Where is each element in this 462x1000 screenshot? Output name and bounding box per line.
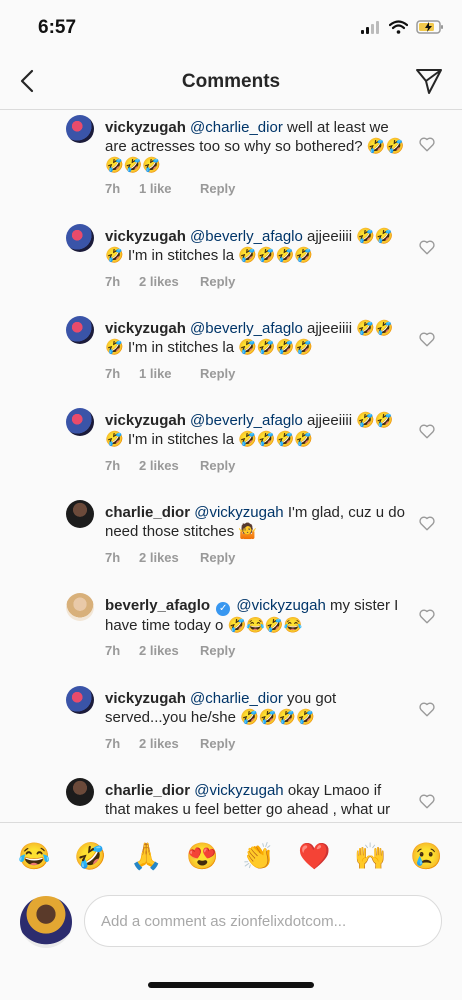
comment-time: 7h — [105, 181, 121, 196]
status-bar: 6:57 — [0, 0, 462, 52]
heart-icon[interactable] — [418, 700, 436, 718]
reply-button[interactable]: Reply — [200, 736, 235, 751]
comment-mention[interactable]: @vickyzugah — [194, 782, 283, 799]
heart-icon[interactable] — [418, 514, 436, 532]
comment-mention[interactable]: @beverly_afaglo — [190, 320, 303, 337]
comment-mention[interactable]: @vickyzugah — [194, 504, 283, 521]
comment-likes[interactable]: 2 likes — [139, 458, 200, 473]
emoji-heart-button[interactable]: ❤️ — [298, 841, 330, 871]
avatar[interactable] — [66, 778, 94, 806]
avatar[interactable] — [20, 896, 72, 948]
battery-charging-icon — [416, 20, 443, 34]
comment-likes[interactable]: 1 like — [139, 181, 200, 196]
comment-text: vickyzugah @charlie_dior you got served.… — [105, 689, 405, 727]
comment-text: beverly_afaglo ✓ @vickyzugah my sister I… — [105, 596, 405, 635]
avatar[interactable] — [66, 224, 94, 252]
comment-text: vickyzugah @beverly_afaglo ajjeeiiii 🤣🤣🤣… — [105, 319, 405, 357]
comment-likes[interactable]: 2 likes — [139, 550, 200, 565]
comment-username[interactable]: vickyzugah — [105, 690, 186, 707]
comment-likes[interactable]: 2 likes — [139, 643, 200, 658]
page-title: Comments — [181, 71, 281, 92]
heart-icon[interactable] — [418, 135, 436, 153]
comment-text: charlie_dior @vickyzugah I'm glad, cuz u… — [105, 503, 405, 541]
status-icons — [361, 20, 444, 34]
emoji-cry-button[interactable]: 😢 — [410, 841, 442, 871]
reply-button[interactable]: Reply — [200, 458, 235, 473]
comment-username[interactable]: beverly_afaglo — [105, 597, 210, 614]
comment-mention[interactable]: @beverly_afaglo — [190, 412, 303, 429]
heart-icon[interactable] — [418, 238, 436, 256]
comment-input[interactable] — [84, 895, 442, 947]
comment-username[interactable]: charlie_dior — [105, 504, 190, 521]
status-time: 6:57 — [38, 17, 77, 38]
comment-text: vickyzugah @beverly_afaglo ajjeeiiii 🤣🤣🤣… — [105, 411, 405, 449]
verified-badge-icon: ✓ — [216, 602, 231, 616]
emoji-heart-eyes-button[interactable]: 😍 — [186, 841, 218, 871]
comment-meta: 7h 2 likes Reply — [105, 458, 235, 473]
home-indicator[interactable] — [148, 982, 314, 988]
comment-mention[interactable]: @beverly_afaglo — [190, 228, 303, 245]
avatar[interactable] — [66, 316, 94, 344]
comment-username[interactable]: vickyzugah — [105, 320, 186, 337]
comment-meta: 7h 2 likes Reply — [105, 550, 235, 565]
reply-button[interactable]: Reply — [200, 274, 235, 289]
comment-meta: 7h 2 likes Reply — [105, 643, 235, 658]
comment-username[interactable]: vickyzugah — [105, 412, 186, 429]
comment-meta: 7h 1 like Reply — [105, 366, 235, 381]
share-button[interactable] — [414, 66, 444, 96]
comment-mention[interactable]: @charlie_dior — [190, 119, 283, 136]
heart-icon[interactable] — [418, 792, 436, 810]
comment-meta: 7h 2 likes Reply — [105, 274, 235, 289]
heart-icon[interactable] — [418, 330, 436, 348]
nav-bar: Comments — [0, 52, 462, 110]
comments-list[interactable]: vickyzugah @charlie_dior well at least w… — [0, 110, 462, 822]
avatar[interactable] — [66, 686, 94, 714]
reply-button[interactable]: Reply — [200, 643, 235, 658]
comment-mention[interactable]: @charlie_dior — [190, 690, 283, 707]
signal-icon — [361, 21, 379, 34]
paper-plane-icon — [416, 69, 442, 94]
comment-time: 7h — [105, 550, 121, 565]
avatar[interactable] — [66, 115, 94, 143]
comment-mention[interactable]: @vickyzugah — [236, 597, 325, 614]
emoji-pray-button[interactable]: 🙏 — [130, 841, 162, 871]
comment-text: charlie_dior @vickyzugah okay Lmaoo if t… — [105, 781, 405, 822]
reply-button[interactable]: Reply — [200, 550, 235, 565]
comment-meta: 7h 2 likes Reply — [105, 736, 235, 751]
comment-time: 7h — [105, 643, 121, 658]
comment-username[interactable]: vickyzugah — [105, 228, 186, 245]
emoji-raised-hands-button[interactable]: 🙌 — [354, 841, 386, 871]
reply-button[interactable]: Reply — [200, 366, 235, 381]
comment-text: vickyzugah @beverly_afaglo ajjeeiiii 🤣🤣🤣… — [105, 227, 405, 265]
emoji-clap-button[interactable]: 👏 — [242, 841, 274, 871]
reply-button[interactable]: Reply — [200, 181, 235, 196]
emoji-rofl-button[interactable]: 🤣 — [74, 841, 106, 871]
comment-likes[interactable]: 2 likes — [139, 736, 200, 751]
comment-composer — [0, 888, 462, 1000]
comment-meta: 7h 1 like Reply — [105, 181, 235, 196]
emoji-joy-button[interactable]: 😂 — [18, 841, 50, 871]
comment-likes[interactable]: 2 likes — [139, 274, 200, 289]
comment-text: vickyzugah @charlie_dior well at least w… — [105, 118, 405, 175]
comment-time: 7h — [105, 366, 121, 381]
comment-time: 7h — [105, 736, 121, 751]
heart-icon[interactable] — [418, 422, 436, 440]
comment-time: 7h — [105, 458, 121, 473]
comment-username[interactable]: vickyzugah — [105, 119, 186, 136]
comment-likes[interactable]: 1 like — [139, 366, 200, 381]
avatar[interactable] — [66, 408, 94, 436]
avatar[interactable] — [66, 500, 94, 528]
heart-icon[interactable] — [418, 607, 436, 625]
comment-username[interactable]: charlie_dior — [105, 782, 190, 799]
comment-time: 7h — [105, 274, 121, 289]
avatar[interactable] — [66, 593, 94, 621]
wifi-icon — [389, 20, 408, 34]
emoji-quick-bar: 😂 🤣 🙏 😍 👏 ❤️ 🙌 😢 — [0, 822, 462, 888]
